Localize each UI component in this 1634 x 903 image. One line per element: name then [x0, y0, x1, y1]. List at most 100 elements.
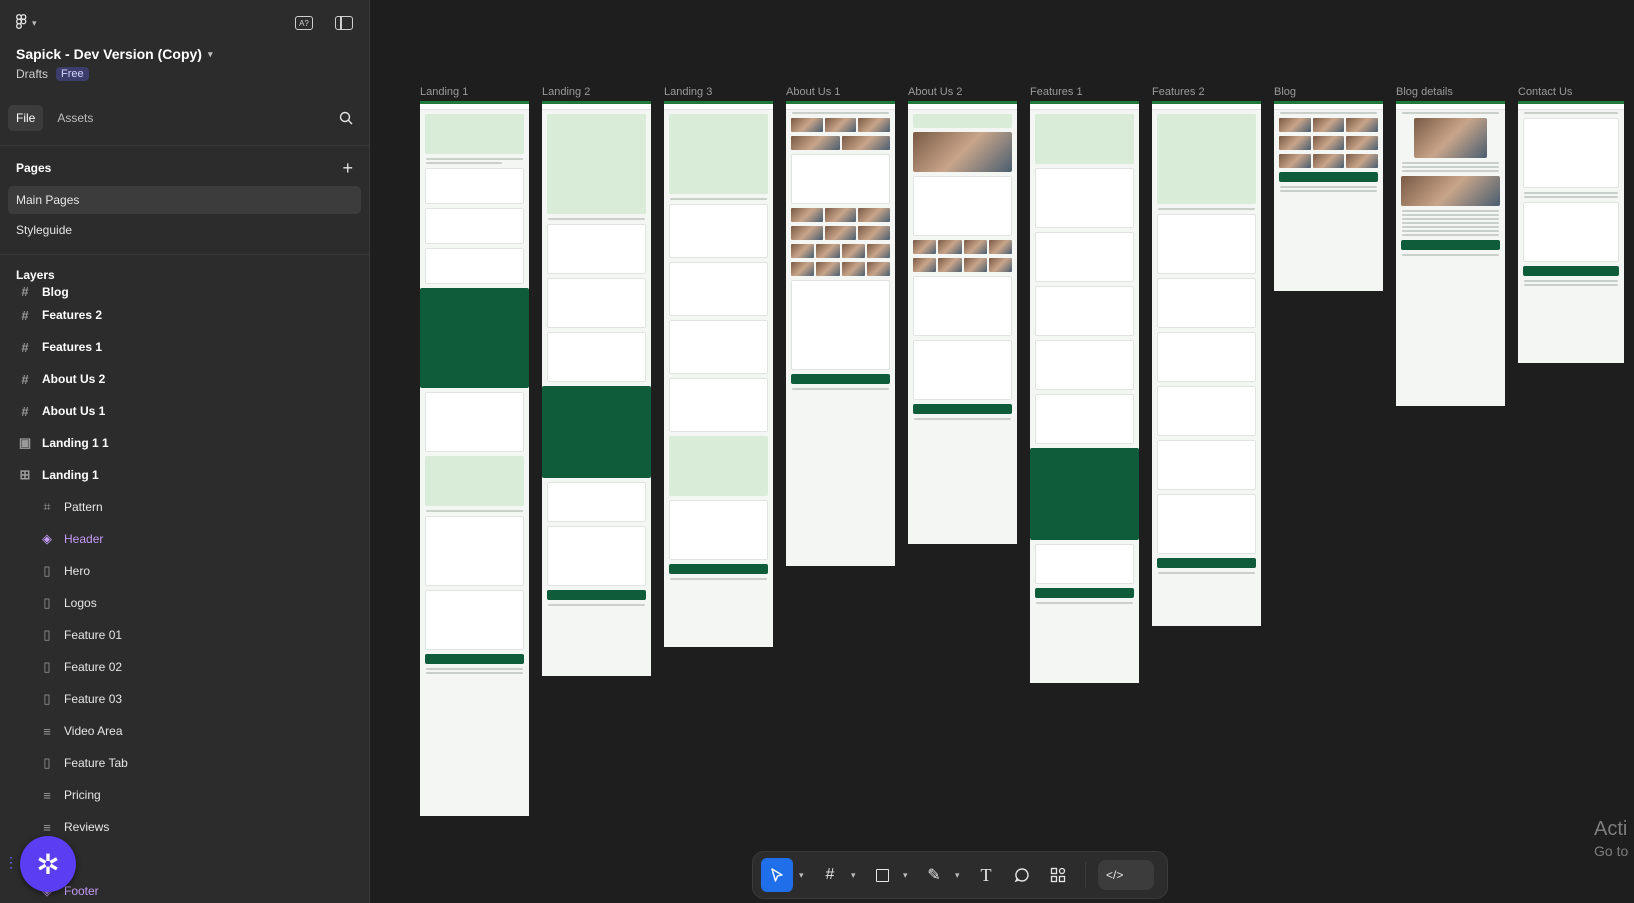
frame-icon: # — [21, 403, 29, 419]
dev-mode-toggle[interactable]: </> — [1098, 860, 1154, 890]
testimonials-block — [542, 386, 651, 478]
search-icon[interactable] — [339, 111, 353, 125]
frame-label[interactable]: Landing 2 — [542, 86, 590, 98]
cta-block — [669, 564, 768, 574]
frame-tool-button[interactable]: # — [815, 858, 845, 892]
layer-item[interactable]: ▯ Logos — [0, 587, 369, 619]
chevron-down-icon[interactable]: ▾ — [851, 870, 861, 881]
layer-item[interactable]: # Features 2 — [0, 299, 369, 331]
feature-card — [669, 320, 768, 374]
text-line — [1280, 112, 1377, 114]
text-line — [548, 218, 645, 220]
left-sidebar: ▾ A? Sapick - Dev Version (Copy) ▾ Draft… — [0, 0, 370, 903]
cta-block — [1035, 588, 1134, 598]
layer-item[interactable]: ▣ Landing 1 1 — [0, 427, 369, 459]
layer-item[interactable]: # Blog — [0, 277, 369, 299]
frame-contact-us[interactable] — [1518, 101, 1624, 363]
pen-tool-button[interactable]: ✎ — [919, 858, 949, 892]
layer-item[interactable]: ⊞ Landing 1 — [0, 459, 369, 491]
frame-about-us-2[interactable] — [908, 101, 1017, 544]
frame-landing-1[interactable] — [420, 101, 529, 816]
layer-item[interactable]: ◈ Header — [0, 523, 369, 555]
frame-landing-2[interactable] — [542, 101, 651, 676]
article-image — [1401, 176, 1500, 206]
layer-label: Features 1 — [42, 340, 103, 354]
add-page-icon[interactable]: + — [342, 158, 353, 179]
layer-label: Feature Tab — [64, 756, 128, 770]
plugin-fab-button[interactable]: ✲ — [20, 836, 76, 892]
hero-block — [913, 114, 1012, 128]
layer-item[interactable]: ≡ Video Area — [0, 715, 369, 747]
frame-features-1[interactable] — [1030, 101, 1139, 683]
pages-header: Pages + — [0, 152, 369, 184]
frame-features-2[interactable] — [1152, 101, 1261, 626]
frame-label[interactable]: Contact Us — [1518, 86, 1572, 98]
chevron-down-icon[interactable]: ▾ — [903, 870, 913, 881]
frame-label[interactable]: Features 1 — [1030, 86, 1083, 98]
main-menu-button[interactable]: ▾ — [16, 14, 37, 32]
page-item-styleguide[interactable]: Styleguide — [8, 216, 361, 244]
layer-item[interactable]: # About Us 1 — [0, 395, 369, 427]
frame-label[interactable]: Blog — [1274, 86, 1296, 98]
chevron-down-icon[interactable]: ▾ — [955, 870, 965, 881]
sidebar-toggle-icon[interactable] — [335, 16, 353, 30]
cta-block — [547, 590, 646, 600]
image-row — [791, 208, 891, 222]
tab-assets[interactable]: Assets — [49, 105, 101, 131]
frame-nav — [1396, 104, 1505, 110]
chevron-down-icon[interactable]: ▾ — [799, 870, 809, 881]
text-line — [1402, 210, 1499, 212]
layer-label: Pricing — [64, 788, 101, 802]
layer-item[interactable]: ▯ Feature 01 — [0, 619, 369, 651]
tab-file[interactable]: File — [8, 105, 44, 131]
font-icon[interactable]: A? — [295, 16, 313, 30]
component-icon: ◈ — [42, 531, 52, 546]
image-row — [1279, 154, 1379, 168]
frame-landing-3[interactable] — [664, 101, 773, 647]
actions-button[interactable] — [1043, 858, 1073, 892]
text-line — [426, 672, 523, 674]
layer-item[interactable]: ▯ Feature 03 — [0, 683, 369, 715]
drafts-link[interactable]: Drafts — [16, 67, 48, 81]
frame-blog-details[interactable] — [1396, 101, 1505, 406]
shape-tool-button[interactable] — [867, 858, 897, 892]
comment-tool-button[interactable] — [1007, 858, 1037, 892]
figma-logo-icon — [16, 14, 27, 29]
frame-label[interactable]: Blog details — [1396, 86, 1453, 98]
feature-card — [425, 168, 524, 204]
cta-block — [425, 654, 524, 664]
frame-about-us-1[interactable] — [786, 101, 895, 566]
watermark-line-2: Go to — [1594, 843, 1629, 859]
plan-badge: Free — [56, 67, 89, 81]
text-line — [1402, 230, 1499, 232]
chevron-down-icon: ▾ — [207, 48, 213, 59]
text-line — [1280, 190, 1377, 192]
layer-item[interactable]: ▯ Feature 02 — [0, 651, 369, 683]
feature-card — [1035, 168, 1134, 228]
page-item-main-pages[interactable]: Main Pages — [8, 186, 361, 214]
layer-label: About Us 2 — [42, 372, 106, 386]
feature-card — [547, 332, 646, 382]
layer-item[interactable]: ▯ Feature Tab — [0, 747, 369, 779]
layer-item[interactable]: ⌗ Pattern — [0, 491, 369, 523]
layer-item[interactable]: # Features 1 — [0, 331, 369, 363]
canvas[interactable]: Landing 1 Landing 2 Landing 3 About Us 1… — [370, 0, 1634, 903]
vertical-layout-icon: ≡ — [43, 819, 51, 835]
layer-item[interactable]: ▯ Hero — [0, 555, 369, 587]
frame-label[interactable]: Features 2 — [1152, 86, 1205, 98]
frame-label[interactable]: Landing 1 — [420, 86, 468, 98]
text-tool-button[interactable]: T — [971, 858, 1001, 892]
layer-item[interactable]: ≡ Pricing — [0, 779, 369, 811]
frame-label[interactable]: About Us 2 — [908, 86, 962, 98]
frame-label[interactable]: About Us 1 — [786, 86, 840, 98]
move-tool-button[interactable] — [761, 858, 793, 892]
frame-label[interactable]: Landing 3 — [664, 86, 712, 98]
layer-item[interactable]: # About Us 2 — [0, 363, 369, 395]
faq-block — [547, 526, 646, 586]
layer-label: Video Area — [64, 724, 123, 738]
frame-blog[interactable] — [1274, 101, 1383, 291]
text-line — [1402, 222, 1499, 224]
text-line — [426, 668, 523, 670]
image-icon: ▣ — [18, 435, 32, 450]
file-title-button[interactable]: Sapick - Dev Version (Copy) ▾ — [16, 46, 353, 62]
